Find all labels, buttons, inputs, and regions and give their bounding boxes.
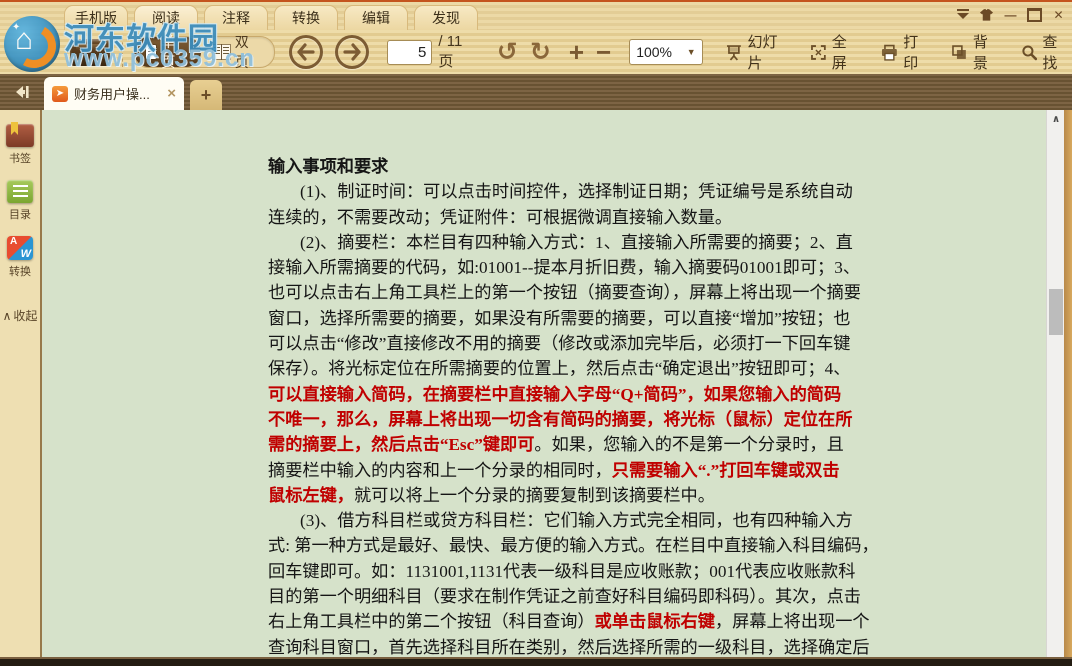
zoom-out-button[interactable]: −: [596, 39, 611, 65]
fullscreen-icon: [810, 44, 827, 61]
menu-tab-edit[interactable]: 编辑: [344, 5, 408, 30]
document-tabbar: ➤ 财务用户操... × +: [0, 74, 1072, 110]
menu-tab-annotate[interactable]: 注释: [204, 5, 268, 30]
menu-tab-discover[interactable]: 发现: [414, 5, 478, 30]
single-page-button[interactable]: 单页: [134, 37, 201, 67]
fullscreen-button[interactable]: 全屏: [810, 31, 862, 73]
new-tab-button[interactable]: +: [190, 80, 222, 110]
sidebar-collapse-button[interactable]: ∧ 收起: [3, 307, 38, 324]
double-page-button[interactable]: 双页: [201, 37, 274, 67]
menu-tab-mobile[interactable]: 手机版: [64, 5, 128, 30]
window-right-frame: [1064, 110, 1072, 659]
window-bottom-frame: [0, 657, 1072, 666]
maximize-button[interactable]: [1027, 7, 1042, 22]
document-line: 右上角工具栏中的第二个按钮（科目查询）或单击鼠标右键，屏幕上将出现一个: [268, 609, 850, 634]
vertical-scrollbar[interactable]: ∧: [1046, 110, 1064, 659]
maximize-icon: [1027, 8, 1042, 22]
zoom-level-value: 100%: [636, 44, 672, 60]
page-number-input[interactable]: 5: [387, 40, 433, 65]
rotate-cw-icon[interactable]: ↻: [530, 40, 551, 65]
document-line: 可以点击“修改”直接修改不用的摘要（修改或添加完毕后，必须打一下回车键: [268, 331, 850, 356]
page-total-label: / 11页: [438, 33, 477, 71]
print-button[interactable]: 打印: [880, 31, 934, 73]
close-button[interactable]: ✕: [1051, 7, 1066, 22]
document-page: 输入事项和要求(1)、制证时间：可以点击时间控件，选择制证日期；凭证编号是系统自…: [42, 110, 1046, 659]
document-text: 输入事项和要求(1)、制证时间：可以点击时间控件，选择制证日期；凭证编号是系统自…: [268, 154, 850, 659]
document-line: 不唯一，那么，屏幕上将出现一切含有简码的摘要，将光标（鼠标）定位在所: [268, 407, 850, 432]
menubar: 手机版 阅读 注释 转换 编辑 发现 — ✕: [0, 2, 1072, 30]
pdf-to-word-icon: AW: [7, 236, 33, 260]
slideshow-icon: [725, 44, 743, 61]
document-line: 需的摘要上，然后点击“Esc”键即可。如果，您输入的不是第一个分录时，且: [268, 432, 850, 457]
document-line: (1)、制证时间：可以点击时间控件，选择制证日期；凭证编号是系统自动: [268, 179, 850, 204]
main-area: 输入事项和要求(1)、制证时间：可以点击时间控件，选择制证日期；凭证编号是系统自…: [0, 110, 1072, 659]
printer-icon: [880, 44, 899, 61]
bookmark-icon: [6, 124, 34, 147]
app-window: 手机版 阅读 注释 转换 编辑 发现 — ✕ 单页: [0, 0, 1072, 666]
sidebar-item-toc[interactable]: 目录: [7, 180, 33, 222]
zoom-level-dropdown[interactable]: 100% ▼: [629, 39, 702, 65]
toc-icon: [7, 180, 33, 203]
slideshow-button[interactable]: 幻灯片: [725, 31, 792, 73]
document-line: 摘要栏中输入的内容和上一个分录的相同时，只需要输入“.”打回车键或双击: [268, 458, 850, 483]
document-line: 鼠标左键，就可以将上一个分录的摘要复制到该摘要栏中。: [268, 483, 850, 508]
minimize-button[interactable]: —: [1003, 7, 1018, 22]
document-line: 输入事项和要求: [268, 154, 850, 179]
document-line: 查询科目窗口，首先选择科目所在类别，然后选择所需的一级科目，选择确定后: [268, 635, 850, 659]
document-line: 回车键即可。如：1131001,1131代表一级科目是应收账款；001代表应收账…: [268, 559, 850, 584]
document-line: 式: 第一种方式是最好、最快、最方便的输入方式。在栏目中直接输入科目编码，: [268, 533, 850, 558]
toolbar: 单页 双页 5 / 11页 ↺ ↻ + − 100% ▼ 幻灯片 全屏: [0, 30, 1072, 74]
arrow-left-icon: [296, 43, 316, 61]
sidebar-item-bookmarks[interactable]: 书签: [6, 124, 34, 166]
next-page-button[interactable]: [335, 35, 369, 69]
document-line: 窗口，选择所需要的摘要，如果没有所需要的摘要，可以直接“增加”按钮；也: [268, 306, 850, 331]
document-line: (2)、摘要栏：本栏目有四种输入方式：1、直接输入所需要的摘要；2、直: [268, 230, 850, 255]
rotate-ccw-icon[interactable]: ↺: [497, 40, 518, 65]
sidebar: 书签 目录 AW 转换 ∧ 收起: [0, 110, 42, 659]
document-line: 连续的，不需要改动；凭证附件：可根据微调直接输入数量。: [268, 205, 850, 230]
toolbar-separator: [122, 37, 123, 67]
menu-tabs: 手机版 阅读 注释 转换 编辑 发现: [64, 5, 478, 30]
document-line: 接输入所需摘要的代码，如:01001--提本月折旧费，输入摘要码01001即可；…: [268, 255, 850, 280]
close-tab-icon[interactable]: ×: [167, 85, 176, 102]
skin-icon[interactable]: [979, 7, 994, 22]
background-button[interactable]: 背景: [951, 31, 1003, 73]
document-app-icon: ➤: [52, 86, 68, 102]
collapse-left-icon: [13, 84, 30, 100]
document-line: (3)、借方科目栏或贷方科目栏：它们输入方式完全相同，也有四种输入方: [268, 508, 850, 533]
document-line: 也可以点击右上角工具栏上的第一个按钮（摘要查询），屏幕上将出现一个摘要: [268, 280, 850, 305]
window-controls: — ✕: [955, 7, 1066, 22]
document-line: 保存）。将光标定位在所需摘要的位置上，然后点击“确定退出”按钮即可；4、: [268, 356, 850, 381]
scrollbar-thumb[interactable]: [1049, 289, 1063, 335]
zoom-in-button[interactable]: +: [569, 39, 584, 65]
chevron-down-icon: ▼: [687, 47, 696, 57]
view-mode-toggle: 单页 双页: [133, 36, 276, 68]
prev-page-button[interactable]: [289, 35, 323, 69]
menu-tab-convert[interactable]: 转换: [274, 5, 338, 30]
document-tab-title: 财务用户操...: [74, 84, 161, 103]
arrow-right-icon: [342, 43, 362, 61]
open-file-icon[interactable]: [70, 39, 110, 66]
collapse-panel-button[interactable]: [6, 79, 36, 104]
chevron-up-icon: ∧: [3, 309, 12, 323]
sidebar-item-convert[interactable]: AW 转换: [7, 236, 33, 279]
document-line: 可以直接输入简码，在摘要栏中直接输入字母“Q+简码”，如果您输入的简码: [268, 382, 850, 407]
double-page-icon: [213, 45, 230, 59]
toolbar-menu-icon[interactable]: [955, 7, 970, 22]
menu-tab-read[interactable]: 阅读: [134, 5, 198, 30]
search-icon: [1021, 44, 1038, 61]
document-tab[interactable]: ➤ 财务用户操... ×: [44, 77, 184, 110]
find-button[interactable]: 查找: [1021, 31, 1072, 73]
layers-icon: [951, 44, 968, 61]
document-line: 目的第一个明细科目（要求在制作凭证之前查好科目编码即科码）。其次，点击: [268, 584, 850, 609]
scroll-up-icon[interactable]: ∧: [1047, 110, 1065, 128]
single-page-icon: [146, 45, 157, 59]
